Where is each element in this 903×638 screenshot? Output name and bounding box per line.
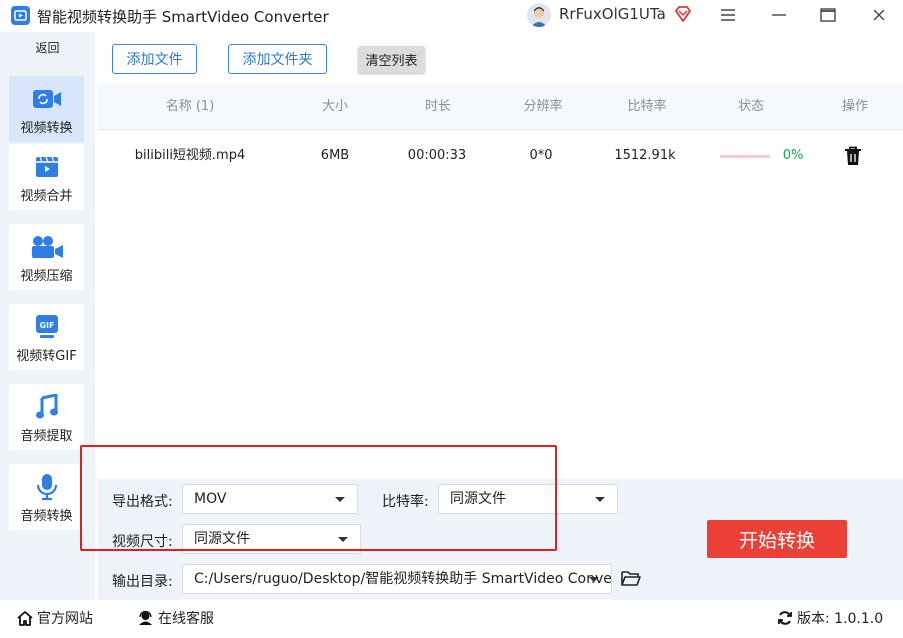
file-bitrate: 1512.91k xyxy=(614,148,676,163)
file-table: 名称 (1) 大小 时长 分辨率 比特率 状态 操作 bilibili短视频.m… xyxy=(98,84,903,479)
progress-text: 0% xyxy=(782,148,804,163)
video-compress-icon xyxy=(30,234,64,260)
refresh-icon xyxy=(778,611,792,625)
sidebar-item-label: 音频转换 xyxy=(20,509,73,524)
trash-icon[interactable] xyxy=(844,146,862,166)
column-header-action: 操作 xyxy=(841,99,868,114)
sidebar-item-label: 视频压缩 xyxy=(20,269,73,284)
output-dir-value: C:/Users/ruguo/Desktop/智能视频转换助手 SmartVid… xyxy=(194,571,611,587)
sidebar-item-audio-convert[interactable]: 音频转换 xyxy=(9,464,84,530)
column-header-name: 名称 (1) xyxy=(165,99,215,114)
bitrate-select-value: 同源文件 xyxy=(450,491,506,507)
app-logo-icon xyxy=(11,6,30,25)
sidebar-item-video-compress[interactable]: 视频压缩 xyxy=(9,224,84,290)
column-header-resolution: 分辨率 xyxy=(523,99,563,114)
sidebar-item-audio-extract[interactable]: 音频提取 xyxy=(9,384,84,450)
website-label: 官方网站 xyxy=(37,611,93,627)
chevron-down-icon xyxy=(335,497,345,502)
sidebar-item-label: 视频合并 xyxy=(20,189,73,204)
file-duration: 00:00:33 xyxy=(407,148,467,163)
output-dir-label: 输出目录: xyxy=(112,574,173,590)
sidebar-item-label: 音频提取 xyxy=(20,429,73,444)
size-select-value: 同源文件 xyxy=(194,531,250,547)
chevron-down-icon xyxy=(595,497,605,502)
home-icon xyxy=(17,610,33,626)
gif-icon: GIF xyxy=(34,314,60,340)
clear-list-button[interactable]: 清空列表 xyxy=(358,46,425,73)
version-info[interactable]: 版本: 1.0.1.0 xyxy=(777,608,883,628)
start-convert-button[interactable]: 开始转换 xyxy=(707,520,847,558)
size-select[interactable]: 同源文件 xyxy=(182,524,361,554)
file-resolution: 0*0 xyxy=(529,148,553,163)
format-select[interactable]: MOV xyxy=(182,484,358,514)
headset-icon xyxy=(139,610,152,625)
sidebar-item-label: 视频转换 xyxy=(20,121,73,136)
column-header-bitrate: 比特率 xyxy=(627,99,667,114)
status-bar: 官方网站 在线客服 版本: 1.0.1.0 xyxy=(0,600,903,632)
user-name[interactable]: RrFuxOlG1UTa xyxy=(559,5,666,23)
table-row[interactable]: bilibili短视频.mp4 6MB 00:00:33 0*0 1512.91… xyxy=(98,132,903,180)
sidebar-item-video-convert[interactable]: 视频转换 xyxy=(9,76,84,142)
sidebar: 返回 视频转换 视频合并 视频压缩 GIF 视频转GIF 音频提取 音频转换 xyxy=(0,32,95,600)
format-select-value: MOV xyxy=(194,491,227,507)
version-label: 版本: 1.0.1.0 xyxy=(797,611,884,627)
support-link[interactable]: 在线客服 xyxy=(137,608,214,628)
chevron-down-icon xyxy=(589,577,599,582)
add-file-button[interactable]: 添加文件 xyxy=(112,44,197,74)
folder-open-icon[interactable] xyxy=(621,569,641,587)
cropped-text-strip xyxy=(0,630,903,638)
sidebar-item-video-to-gif[interactable]: GIF 视频转GIF xyxy=(9,304,84,370)
format-label: 导出格式: xyxy=(112,494,173,510)
column-header-status: 状态 xyxy=(737,99,764,114)
bitrate-label: 比特率: xyxy=(382,494,429,510)
column-header-duration: 时长 xyxy=(424,99,451,114)
sidebar-item-label: 视频转GIF xyxy=(16,349,77,364)
file-name: bilibili短视频.mp4 xyxy=(134,148,246,163)
bitrate-select[interactable]: 同源文件 xyxy=(438,484,618,514)
column-header-size: 大小 xyxy=(321,99,348,114)
progress-bar xyxy=(720,155,770,158)
video-camera-icon xyxy=(32,86,62,112)
app-title: 智能视频转换助手 SmartVideo Converter xyxy=(37,8,329,26)
sidebar-item-video-merge[interactable]: 视频合并 xyxy=(9,144,84,210)
vip-diamond-icon[interactable] xyxy=(674,5,692,23)
file-size: 6MB xyxy=(320,148,350,163)
table-header: 名称 (1) 大小 时长 分辨率 比特率 状态 操作 xyxy=(98,84,903,130)
output-settings: 导出格式: MOV 比特率: 同源文件 视频尺寸: 同源文件 开始转换 输出目录… xyxy=(98,479,903,600)
menu-icon[interactable] xyxy=(708,0,748,30)
support-label: 在线客服 xyxy=(158,611,214,627)
size-label: 视频尺寸: xyxy=(112,534,173,550)
svg-text:GIF: GIF xyxy=(39,321,54,330)
maximize-icon[interactable] xyxy=(808,0,848,30)
video-merge-icon xyxy=(35,154,59,180)
music-note-icon xyxy=(35,394,59,420)
output-dir-select[interactable]: C:/Users/ruguo/Desktop/智能视频转换助手 SmartVid… xyxy=(182,564,612,594)
website-link[interactable]: 官方网站 xyxy=(17,608,93,628)
title-bar: 智能视频转换助手 SmartVideo Converter RrFuxOlG1U… xyxy=(0,0,903,30)
add-folder-button[interactable]: 添加文件夹 xyxy=(228,44,327,74)
avatar[interactable] xyxy=(527,3,551,27)
microphone-icon xyxy=(36,474,58,501)
toolbar: 添加文件 添加文件夹 清空列表 xyxy=(98,32,903,84)
back-button[interactable]: 返回 xyxy=(0,36,95,60)
close-icon[interactable] xyxy=(859,0,899,30)
chevron-down-icon xyxy=(338,537,348,542)
minimize-icon[interactable] xyxy=(759,0,799,30)
